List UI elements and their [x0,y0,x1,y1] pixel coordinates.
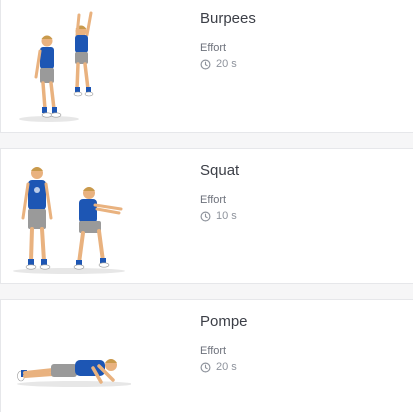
duration-row: 20 s [200,58,256,71]
duration-value: 20 s [216,361,237,373]
duration-row: 10 s [200,210,239,223]
effort-label: Effort [200,42,227,54]
duration-row: 20 s [200,361,248,374]
exercise-name: Pompe [200,313,248,330]
exercise-name: Burpees [200,10,256,27]
exercise-card-pompe[interactable]: Pompe Effort 20 s [0,299,413,412]
clock-icon [200,211,211,222]
clock-icon [200,362,211,373]
exercise-list: Burpees Effort 20 s Squat Effort 10 s Po… [0,0,413,412]
clock-icon [200,59,211,70]
duration-value: 10 s [216,210,237,222]
duration-value: 20 s [216,58,237,70]
squat-illustration [13,167,125,274]
exercise-info: Pompe Effort 20 s [200,313,248,374]
effort-label: Effort [200,345,227,357]
exercise-card-squat[interactable]: Squat Effort 10 s [0,148,413,284]
exercise-info: Squat Effort 10 s [200,162,239,223]
exercise-card-burpees[interactable]: Burpees Effort 20 s [0,0,413,133]
exercise-name: Squat [200,162,240,179]
effort-label: Effort [200,194,227,206]
exercise-info: Burpees Effort 20 s [200,10,256,71]
pompe-illustration [17,359,131,387]
burpees-illustration [19,11,94,122]
